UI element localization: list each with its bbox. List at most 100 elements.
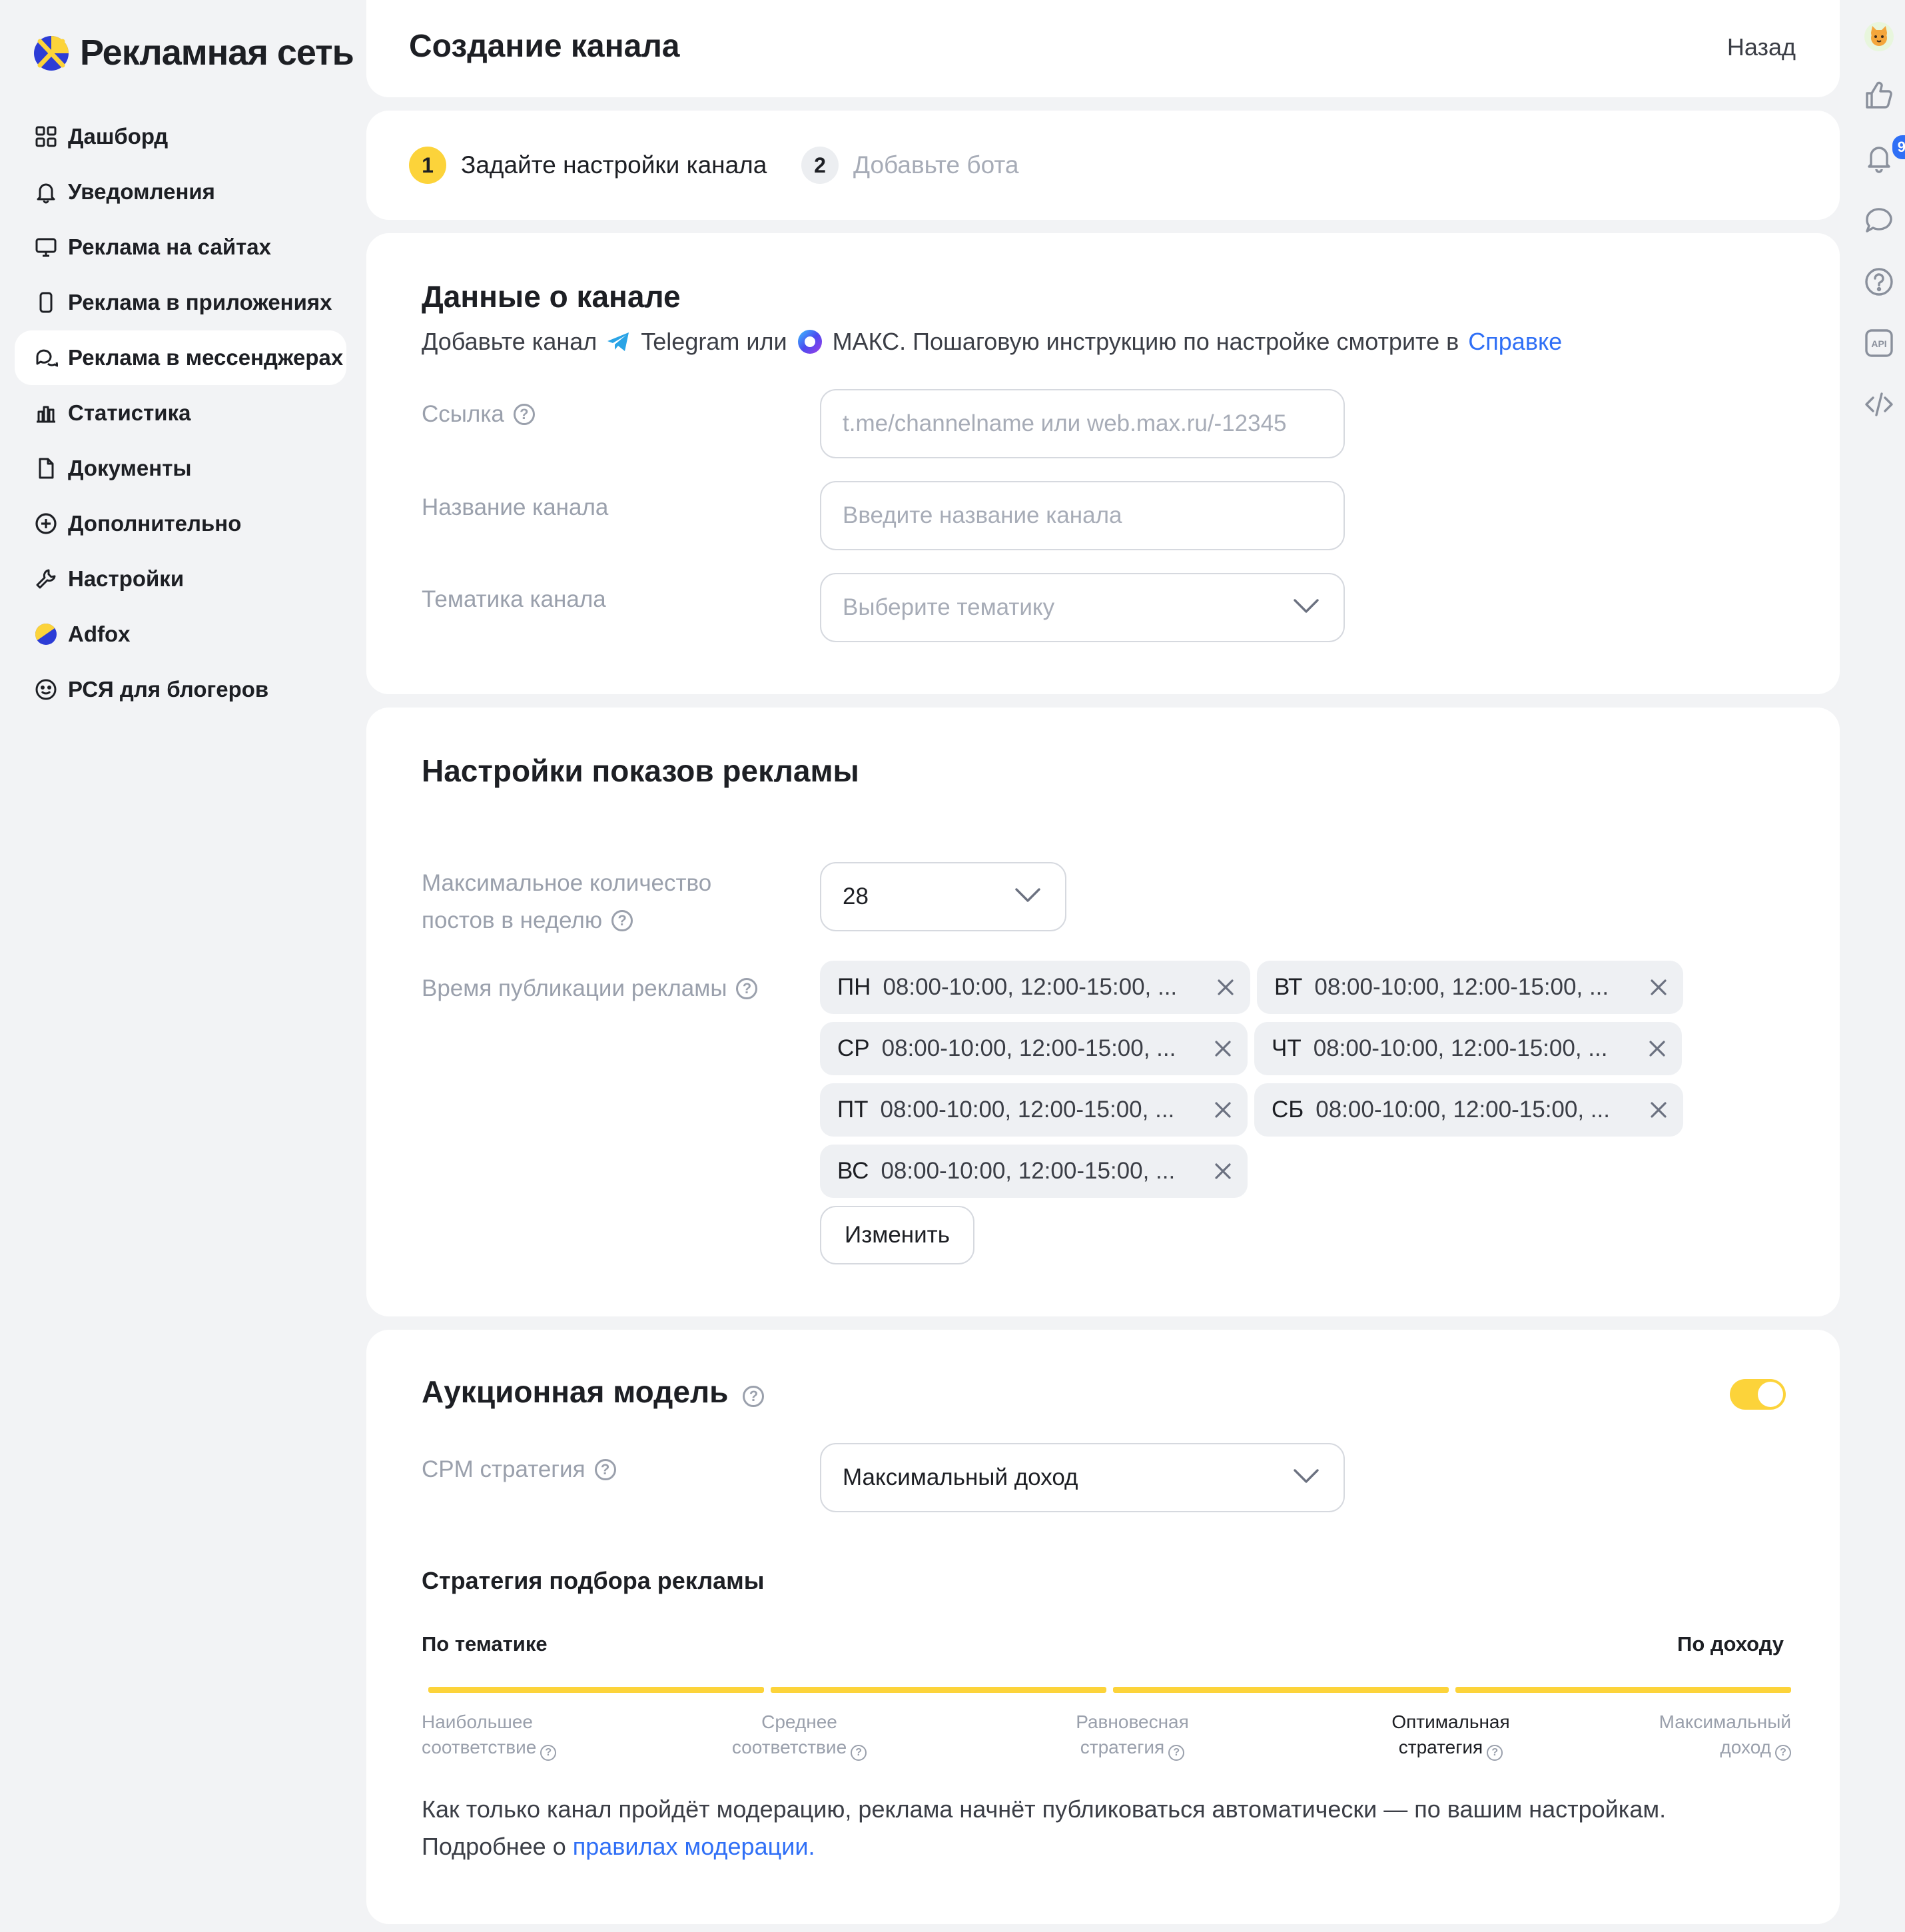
help-icon[interactable]: ?	[1775, 1745, 1791, 1761]
sidebar-item-ads-in-messengers[interactable]: Реклама в мессенджерах	[15, 330, 346, 385]
strategy-option[interactable]: Равновесная стратегия?	[1032, 1709, 1232, 1761]
option-line: соответствие	[731, 1737, 847, 1757]
section-title: Настройки показов рекламы	[422, 753, 859, 788]
help-button[interactable]	[1862, 265, 1896, 298]
max-posts-label: Максимальное количество постов в неделю?	[422, 865, 711, 939]
chip-day: ВС	[837, 1158, 869, 1184]
channel-name-input[interactable]	[820, 481, 1345, 550]
cpm-strategy-select[interactable]: Максимальный доход	[820, 1443, 1345, 1512]
chip-time: 08:00-10:00, 12:00-15:00, ...	[1314, 974, 1609, 1000]
field-label: Название канала	[422, 494, 609, 520]
user-avatar[interactable]	[1862, 20, 1896, 53]
schedule-chip-thu[interactable]: ЧТ 08:00-10:00, 12:00-15:00, ...	[1254, 1022, 1682, 1075]
strategy-option[interactable]: Наибольшее соответствие?	[422, 1709, 621, 1761]
slider-segment	[428, 1687, 764, 1693]
monitor-icon	[33, 235, 59, 260]
help-icon[interactable]: ?	[513, 404, 535, 425]
channel-name-label: Название канала	[422, 494, 608, 521]
brand-logo[interactable]: Рекламная сеть	[32, 32, 354, 73]
chat-bubble-icon	[1866, 208, 1892, 233]
help-icon[interactable]: ?	[736, 978, 758, 999]
help-icon[interactable]: ?	[540, 1745, 557, 1761]
right-rail: 99 API	[1852, 0, 1905, 1932]
chip-day: СБ	[1272, 1097, 1304, 1123]
sidebar-item-label: Реклама на сайтах	[68, 235, 271, 259]
help-icon[interactable]: ?	[1168, 1745, 1185, 1761]
slider-left-label: По тематике	[422, 1632, 548, 1656]
help-icon[interactable]: ?	[594, 1459, 616, 1480]
strategy-option[interactable]: Максимальный доход?	[1591, 1709, 1791, 1761]
svg-text:API: API	[1871, 338, 1886, 349]
close-icon[interactable]	[1213, 1039, 1233, 1059]
chip-time: 08:00-10:00, 12:00-15:00, ...	[1316, 1097, 1610, 1123]
close-icon[interactable]	[1216, 977, 1236, 997]
notifications-button[interactable]: 99	[1862, 133, 1905, 175]
schedule-chip-wed[interactable]: СР 08:00-10:00, 12:00-15:00, ...	[820, 1022, 1248, 1075]
chip-day: ПТ	[837, 1097, 869, 1123]
sidebar-item-label: Документы	[68, 456, 192, 480]
auction-toggle[interactable]	[1730, 1379, 1786, 1410]
sidebar-item-notifications[interactable]: Уведомления	[15, 165, 346, 219]
question-circle-icon	[1865, 268, 1893, 296]
help-icon[interactable]: ?	[851, 1745, 867, 1761]
schedule-chip-sun[interactable]: ВС 08:00-10:00, 12:00-15:00, ...	[820, 1145, 1248, 1198]
schedule-chip-sat[interactable]: СБ 08:00-10:00, 12:00-15:00, ...	[1254, 1083, 1683, 1137]
api-button[interactable]: API	[1862, 326, 1896, 360]
chart-icon	[33, 400, 59, 426]
help-icon[interactable]: ?	[743, 1386, 765, 1407]
chip-day: ВТ	[1274, 974, 1303, 1000]
option-line: Среднее	[761, 1711, 837, 1732]
sidebar-item-additional[interactable]: Дополнительно	[15, 496, 346, 551]
code-button[interactable]	[1862, 388, 1896, 421]
sidebar-item-ads-in-apps[interactable]: Реклама в приложениях	[15, 275, 346, 330]
close-icon[interactable]	[1649, 977, 1669, 997]
sidebar-item-statistics[interactable]: Статистика	[15, 386, 346, 440]
schedule-chip-fri[interactable]: ПТ 08:00-10:00, 12:00-15:00, ...	[820, 1083, 1248, 1137]
close-icon[interactable]	[1213, 1100, 1233, 1120]
slider-segment	[1455, 1687, 1791, 1693]
close-icon[interactable]	[1213, 1161, 1233, 1181]
select-value: 28	[843, 883, 869, 909]
close-icon[interactable]	[1647, 1039, 1667, 1059]
adfox-icon	[33, 622, 59, 647]
section-title: Данные о канале	[422, 279, 681, 314]
option-line: Максимальный	[1659, 1711, 1791, 1732]
step-2[interactable]: 2 Добавьте бота	[801, 147, 1018, 184]
schedule-chip-tue[interactable]: ВТ 08:00-10:00, 12:00-15:00, ...	[1257, 961, 1683, 1014]
sidebar-item-adfox[interactable]: Adfox	[15, 607, 346, 662]
sidebar-item-settings[interactable]: Настройки	[15, 552, 346, 606]
strategy-option-selected[interactable]: Оптимальная стратегия?	[1351, 1709, 1551, 1761]
step-1[interactable]: 1 Задайте настройки канала	[409, 147, 767, 184]
sidebar-item-label: Статистика	[68, 400, 191, 425]
sidebar-item-dashboard[interactable]: Дашборд	[15, 109, 346, 164]
sidebar-item-rsya-bloggers[interactable]: РСЯ для блогеров	[15, 662, 346, 717]
chat-support-button[interactable]	[1862, 204, 1896, 237]
sidebar-item-ads-on-sites[interactable]: Реклама на сайтах	[15, 220, 346, 274]
help-icon[interactable]: ?	[1487, 1745, 1503, 1761]
schedule-chip-mon[interactable]: ПН 08:00-10:00, 12:00-15:00, ...	[820, 961, 1250, 1014]
help-link[interactable]: Справке	[1468, 328, 1562, 356]
note-text: Подробнее о	[422, 1833, 566, 1860]
moderation-rules-link[interactable]: правилах модерации.	[573, 1833, 815, 1860]
sidebar-item-documents[interactable]: Документы	[15, 441, 346, 496]
chip-day: СР	[837, 1035, 870, 1061]
max-posts-select[interactable]: 28	[820, 862, 1066, 931]
option-line: соответствие	[422, 1737, 537, 1757]
back-button[interactable]: Назад	[1727, 33, 1796, 61]
select-placeholder: Выберите тематику	[843, 594, 1055, 620]
brand-logo-icon	[34, 36, 69, 71]
strategy-title: Стратегия подбора рекламы	[422, 1567, 765, 1594]
api-icon: API	[1865, 329, 1893, 357]
change-schedule-button[interactable]: Изменить	[820, 1206, 974, 1264]
channel-link-input[interactable]	[820, 389, 1345, 458]
step-label: Задайте настройки канала	[461, 151, 767, 179]
help-icon[interactable]: ?	[611, 910, 633, 931]
close-icon[interactable]	[1649, 1100, 1669, 1120]
option-line: Равновесная	[1076, 1711, 1189, 1732]
chip-time: 08:00-10:00, 12:00-15:00, ...	[880, 1097, 1175, 1123]
channel-topic-select[interactable]: Выберите тематику	[820, 573, 1345, 642]
chat-bubbles-icon	[33, 345, 59, 370]
strategy-option[interactable]: Среднее соответствие?	[699, 1709, 899, 1761]
strategy-slider[interactable]	[428, 1687, 1791, 1693]
feedback-like-button[interactable]	[1862, 79, 1896, 112]
